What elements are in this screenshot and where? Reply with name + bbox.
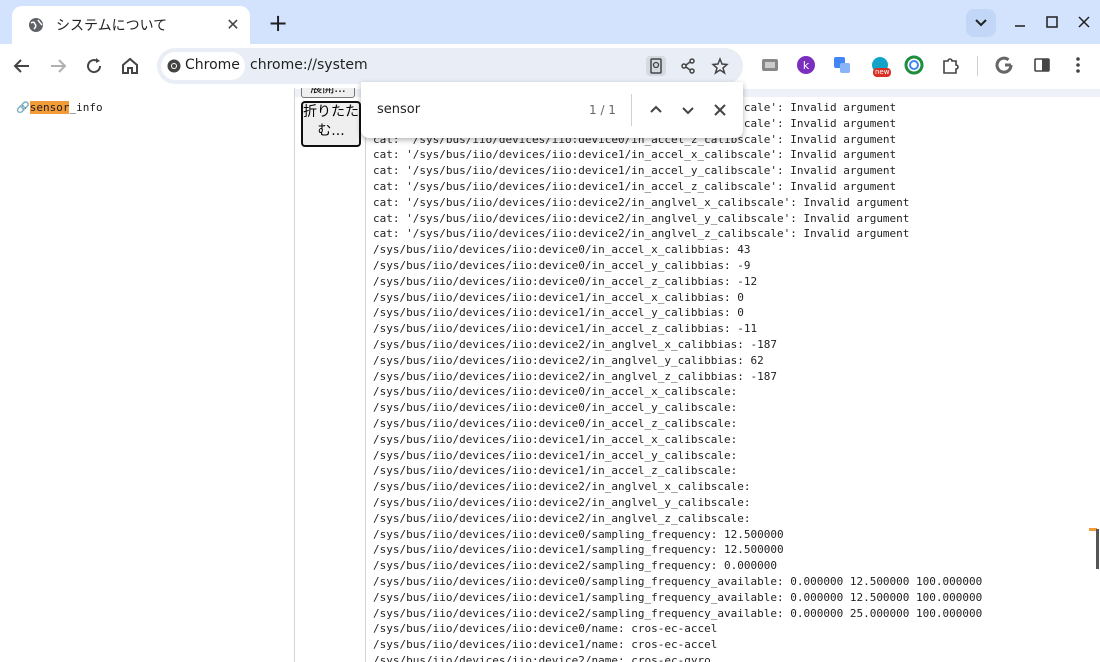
key-column: 🔗sensor_info: [0, 88, 295, 662]
find-bar: sensor 1 / 1: [361, 82, 743, 138]
maximize-button[interactable]: [1042, 12, 1062, 32]
menu-kebab-icon[interactable]: [1067, 54, 1089, 76]
link-rest: _info: [69, 101, 103, 114]
close-tab-icon[interactable]: ✕: [224, 16, 242, 34]
page-search-icon[interactable]: [646, 56, 666, 76]
bookmark-star-icon[interactable]: [710, 56, 730, 76]
tab-system[interactable]: システムについて ✕: [12, 6, 250, 44]
scrollbar-thumb[interactable]: [1096, 529, 1099, 569]
extension-k-icon[interactable]: k: [795, 54, 817, 76]
home-icon[interactable]: [118, 54, 142, 78]
close-window-button[interactable]: [1074, 12, 1094, 32]
svg-text:k: k: [803, 59, 810, 72]
sensor-info-link[interactable]: 🔗sensor_info: [16, 101, 103, 114]
find-divider: [631, 94, 632, 126]
globe-icon: [29, 18, 43, 32]
reload-icon[interactable]: [82, 54, 106, 78]
profile-g-icon[interactable]: [993, 54, 1015, 76]
site-info-chip[interactable]: Chrome: [161, 52, 245, 80]
find-input[interactable]: sensor: [377, 102, 420, 117]
find-previous-icon[interactable]: [646, 100, 666, 120]
chevron-down-icon: [975, 19, 987, 27]
link-icon: 🔗: [16, 101, 30, 114]
collapse-button[interactable]: 折りたたむ...: [301, 101, 361, 147]
page-content: 🔗sensor_info 展開... 折りたたむ... cat: '/sys/b…: [0, 88, 1100, 662]
sensor-log-text: cat: '/sys/bus/iio/devices/iio:device0/i…: [373, 101, 983, 662]
toolbar-divider: [977, 56, 978, 76]
close-icon: [1078, 16, 1090, 28]
expand-button[interactable]: 展開...: [301, 88, 355, 98]
tab-strip: システムについて ✕ +: [0, 0, 1100, 44]
extension-translate-icon[interactable]: [831, 54, 853, 76]
new-tab-button[interactable]: +: [263, 9, 293, 39]
find-highlight: sensor: [29, 101, 70, 114]
extensions-puzzle-icon[interactable]: [940, 54, 962, 76]
side-panel-icon[interactable]: [1031, 54, 1053, 76]
omnibox[interactable]: Chrome chrome://system: [157, 48, 743, 84]
chrome-logo-icon: [167, 59, 181, 73]
tab-title: システムについて: [56, 18, 168, 34]
url-text[interactable]: chrome://system: [250, 57, 368, 73]
find-close-icon[interactable]: [710, 100, 730, 120]
chip-label: Chrome: [185, 57, 240, 73]
extension-new-button[interactable]: new: [867, 52, 895, 78]
extension-ring-icon[interactable]: [903, 54, 925, 76]
find-next-icon[interactable]: [678, 100, 698, 120]
find-match-count: 1 / 1: [589, 103, 616, 117]
minimize-icon: [1015, 25, 1025, 27]
back-icon[interactable]: [10, 54, 34, 78]
new-badge: new: [873, 68, 892, 77]
minimize-button[interactable]: [1010, 12, 1030, 32]
tab-search-button[interactable]: [966, 9, 996, 37]
share-icon[interactable]: [678, 56, 698, 76]
maximize-icon: [1046, 16, 1058, 28]
extension-cast-icon[interactable]: [759, 54, 781, 76]
log-value-box: cat: '/sys/bus/iio/devices/iio:device0/i…: [365, 98, 1100, 662]
forward-icon[interactable]: [46, 54, 70, 78]
